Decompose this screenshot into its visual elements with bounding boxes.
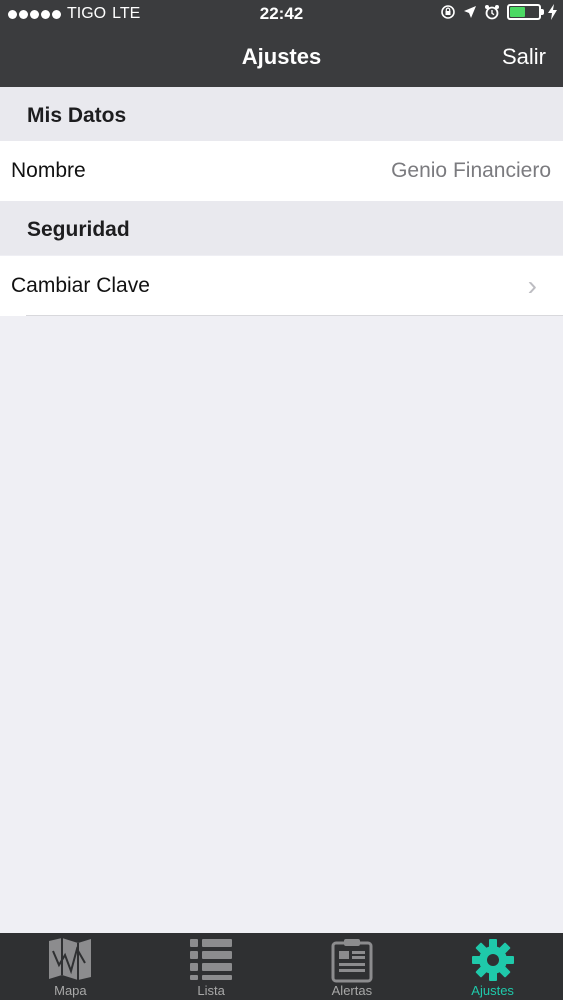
rotation-lock-icon <box>441 5 455 19</box>
tab-alertas[interactable]: Alertas <box>282 933 423 1000</box>
tab-bar: Mapa Lista Alertas Ajustes <box>0 933 563 1000</box>
section-header-seguridad: Seguridad <box>0 201 563 255</box>
row-divider <box>26 315 563 316</box>
alarm-clock-icon <box>485 5 499 20</box>
alert-document-icon <box>331 939 373 983</box>
tab-mapa[interactable]: Mapa <box>0 933 141 1000</box>
tab-ajustes-label: Ajustes <box>471 983 514 998</box>
name-row: Nombre Genio Financiero <box>0 141 563 201</box>
location-arrow-icon <box>464 6 476 18</box>
tab-mapa-label: Mapa <box>54 983 87 998</box>
tab-ajustes[interactable]: Ajustes <box>422 933 563 1000</box>
map-icon <box>49 938 92 980</box>
name-label: Nombre <box>11 159 86 182</box>
status-bar: TIGO LTE 22:42 <box>0 0 563 28</box>
status-right <box>440 4 557 20</box>
change-password-row[interactable]: Cambiar Clave › <box>0 256 563 316</box>
tab-alertas-label: Alertas <box>331 983 373 998</box>
name-value: Genio Financiero <box>391 159 551 182</box>
logout-button[interactable]: Salir <box>502 44 546 70</box>
tab-lista[interactable]: Lista <box>141 933 282 1000</box>
gear-icon <box>471 939 514 981</box>
charging-bolt-icon <box>548 4 557 20</box>
change-password-label: Cambiar Clave <box>11 274 150 297</box>
chevron-right-icon: › <box>527 270 537 301</box>
page-title: Ajustes <box>241 44 322 69</box>
navigation-bar: TIGO LTE 22:42 Ajustes Salir <box>0 0 563 87</box>
tab-lista-label: Lista <box>197 983 225 998</box>
list-icon <box>190 939 233 980</box>
battery-icon <box>507 4 544 20</box>
section-header-mis-datos: Mis Datos <box>0 87 563 141</box>
